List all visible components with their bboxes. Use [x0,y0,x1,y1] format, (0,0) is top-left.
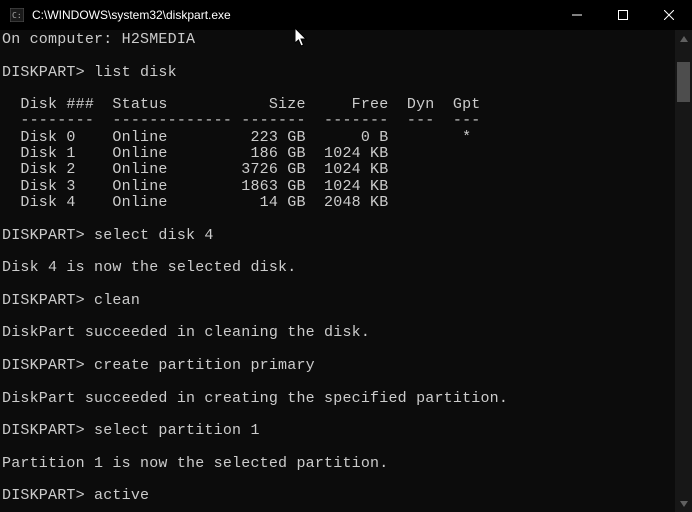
window-title: C:\WINDOWS\system32\diskpart.exe [32,8,554,22]
scrollbar-track[interactable] [675,30,692,512]
scroll-up-button[interactable] [675,30,692,47]
window-titlebar[interactable]: C: C:\WINDOWS\system32\diskpart.exe [0,0,692,30]
terminal-area[interactable]: On computer: H2SMEDIA DISKPART> list dis… [0,30,692,512]
scroll-down-button[interactable] [675,495,692,512]
app-icon: C: [8,6,26,24]
window-controls [554,0,692,30]
close-button[interactable] [646,0,692,30]
svg-text:C:: C: [12,11,22,20]
scrollbar-thumb[interactable] [677,62,690,102]
maximize-button[interactable] [600,0,646,30]
minimize-button[interactable] [554,0,600,30]
